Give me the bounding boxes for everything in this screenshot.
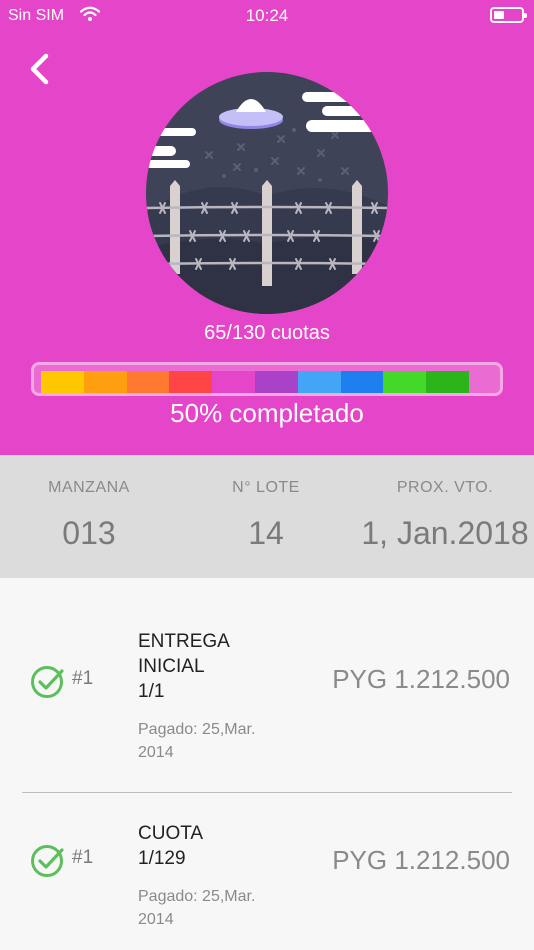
- payment-amount: PYG 1.212.500: [332, 845, 510, 875]
- next-due-block: PROX. VTO. 1, Jan.2018: [360, 479, 530, 552]
- next-due-value: 1, Jan.2018: [361, 515, 529, 551]
- battery-icon: [490, 7, 527, 23]
- paid-line: 2014: [138, 744, 174, 761]
- concept-line: ENTREGA: [138, 631, 230, 652]
- progress-segment: [169, 371, 213, 393]
- manzana-value: 013: [62, 515, 116, 551]
- progress-bar: [31, 362, 503, 396]
- payment-concept: ENTREGA INICIAL 1/1: [138, 629, 268, 704]
- progress-segments: [41, 371, 469, 393]
- list-item[interactable]: #1 ENTREGA INICIAL 1/1 Pagado: 25,Mar. 2…: [0, 578, 534, 793]
- status-bar: Sin SIM 10:24: [0, 0, 534, 32]
- check-circle-icon: [31, 666, 64, 698]
- manzana-block: MANZANA 013: [20, 479, 158, 552]
- payments-list: #1 ENTREGA INICIAL 1/1 Pagado: 25,Mar. 2…: [0, 578, 534, 950]
- concept-line: CUOTA: [138, 823, 204, 844]
- list-item[interactable]: #1 CUOTA 1/129 Pagado: 25,Mar. 2014 PYG …: [0, 793, 534, 950]
- concept-line: 1/1: [138, 681, 165, 702]
- concept-line: INICIAL: [138, 656, 205, 677]
- progress-segment: [383, 371, 427, 393]
- payment-date: Pagado: 25,Mar. 2014: [138, 885, 298, 931]
- clock: 10:24: [245, 6, 289, 25]
- lote-value: 14: [248, 515, 284, 551]
- payment-number: #1: [72, 847, 94, 868]
- check-circle-icon: [31, 845, 64, 877]
- progress-segment: [83, 371, 127, 393]
- lot-summary: MANZANA 013 N° LOTE 14 PROX. VTO. 1, Jan…: [0, 455, 534, 578]
- lot-illustration: [146, 72, 388, 314]
- lote-label: N° LOTE: [232, 479, 300, 496]
- progress-segment: [254, 371, 298, 393]
- cuotas-count: 65/130 cuotas: [204, 322, 330, 344]
- manzana-label: MANZANA: [48, 479, 130, 496]
- completion-label: 50% completado: [170, 398, 364, 428]
- payment-concept: CUOTA 1/129: [138, 821, 268, 871]
- paid-line: 2014: [138, 911, 174, 928]
- paid-line: Pagado: 25,Mar.: [138, 721, 256, 738]
- progress-segment: [340, 371, 384, 393]
- payment-amount: PYG 1.212.500: [332, 664, 510, 694]
- progress-segment: [426, 371, 469, 393]
- progress-segment: [126, 371, 170, 393]
- back-chevron-icon[interactable]: [24, 50, 58, 88]
- header-hero: Sin SIM 10:24 65/130 cuotas 50% completa…: [0, 0, 534, 455]
- paid-line: Pagado: 25,Mar.: [138, 888, 256, 905]
- payment-number: #1: [72, 668, 94, 689]
- next-due-label: PROX. VTO.: [396, 479, 494, 496]
- progress-segment: [297, 371, 341, 393]
- payment-date: Pagado: 25,Mar. 2014: [138, 718, 298, 764]
- progress-segment: [212, 371, 255, 393]
- concept-line: 1/129: [138, 848, 186, 869]
- lote-block: N° LOTE 14: [196, 479, 336, 552]
- progress-segment: [41, 371, 84, 393]
